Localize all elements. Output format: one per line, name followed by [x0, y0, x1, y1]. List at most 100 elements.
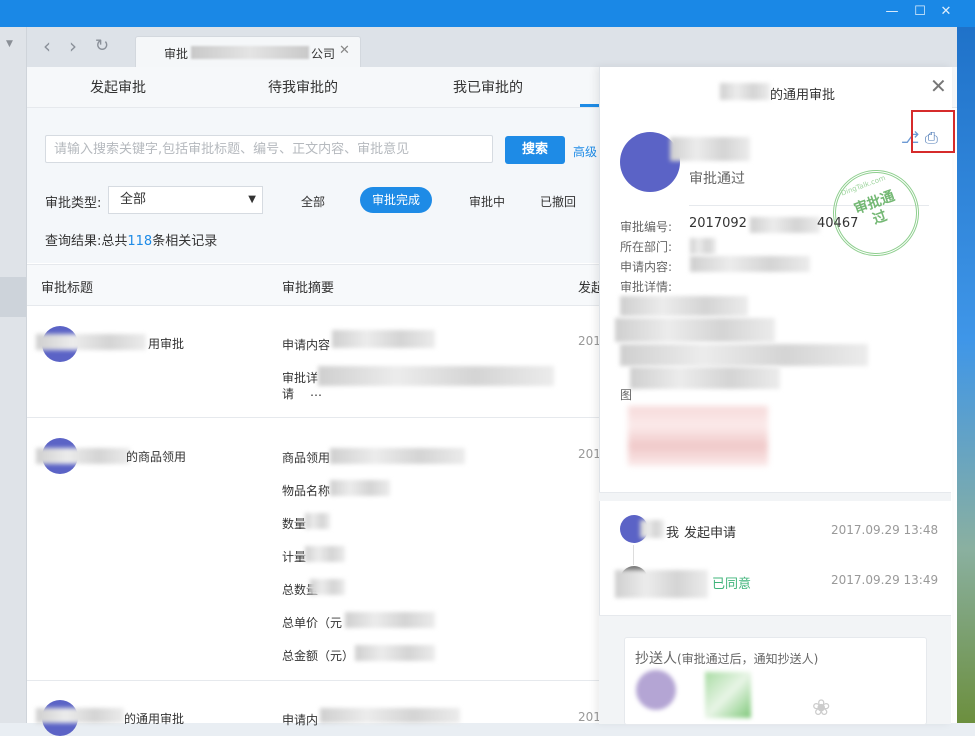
redacted-text [640, 520, 664, 538]
avatar[interactable] [705, 672, 751, 718]
tab-pending[interactable]: 待我审批的 [268, 77, 338, 97]
summary-line: 总金额（元） [282, 649, 355, 663]
redacted-text [320, 708, 460, 723]
field-label-number: 审批编号: [620, 220, 673, 234]
summary-line: 物品名称 [282, 484, 331, 498]
type-label: 审批类型: [45, 196, 102, 211]
result-summary: 查询结果:总共118条相关记录 [45, 230, 217, 249]
tab-approved[interactable]: 我已审批的 [453, 77, 523, 97]
summary-line: 商品领用 [282, 451, 331, 465]
panel-title: 的通用审批 [770, 88, 836, 103]
back-icon[interactable]: ‹ [37, 35, 57, 57]
summary-line: 计量 [282, 550, 307, 564]
field-label-department: 所在部门: [620, 240, 673, 254]
forward-icon[interactable]: › [63, 35, 83, 57]
timeline-connector [633, 545, 634, 565]
row-date: 201 [578, 447, 601, 461]
redacted-text [332, 330, 435, 348]
redacted-text [310, 579, 345, 595]
filter-all[interactable]: 全部 [301, 193, 325, 210]
timeline-time: 2017.09.29 13:49 [831, 573, 939, 587]
field-value-number-start: 2017092 [689, 216, 747, 231]
window-titlebar [0, 0, 975, 27]
redacted-text [330, 448, 465, 464]
tab-close-icon[interactable]: ✕ [339, 43, 350, 58]
approval-status: 审批通过 [689, 171, 745, 187]
redacted-text [345, 612, 435, 628]
advanced-search-link[interactable]: 高级 [573, 143, 597, 160]
redacted-text [36, 448, 130, 464]
summary-line: 请 [282, 387, 295, 401]
summary-ellipsis: … [310, 385, 322, 399]
redacted-text [750, 217, 820, 233]
redacted-text [620, 344, 868, 366]
sidebar-selected-item[interactable] [0, 277, 26, 317]
summary-line: 总单价（元 [282, 616, 343, 630]
redacted-text [355, 645, 435, 661]
close-icon[interactable]: ✕ [930, 74, 947, 98]
search-input[interactable]: 请输入搜索关键字,包括审批标题、编号、正文内容、审批意见 [45, 135, 493, 163]
collapse-arrow-icon[interactable]: ▼ [6, 39, 13, 49]
type-select[interactable]: 全部 ▼ [108, 186, 263, 214]
paw-icon: ❀ [812, 696, 831, 721]
type-select-value: 全部 [120, 192, 147, 207]
cc-title: 抄送人(审批通过后，通知抄送人) [635, 648, 818, 668]
redacted-text [630, 367, 780, 389]
filter-withdrawn[interactable]: 已撤回 [540, 193, 576, 210]
result-count: 118 [127, 234, 153, 249]
redacted-text [615, 318, 775, 342]
attachment-image[interactable] [628, 406, 768, 466]
filter-in-progress[interactable]: 审批中 [469, 193, 505, 210]
redacted-text [330, 480, 390, 496]
summary-line: 申请内容 [282, 338, 331, 352]
redacted-text [690, 238, 716, 254]
col-summary: 审批摘要 [282, 281, 335, 296]
timeline-action: 已同意 [712, 577, 752, 592]
refresh-icon[interactable]: ↻ [92, 35, 112, 57]
row-divider [27, 680, 602, 681]
left-sidebar-strip: ▼ [0, 27, 27, 723]
redacted-text [690, 256, 810, 272]
redacted-text [620, 296, 748, 316]
tab-title-suffix: 公司 [311, 47, 336, 61]
image-label: 图 [620, 388, 633, 402]
table-row-title[interactable]: 的通用审批 [124, 710, 184, 727]
search-button[interactable]: 搜索 [505, 136, 565, 164]
maximize-button[interactable]: ☐ [908, 3, 932, 21]
redacted-text [36, 334, 146, 350]
tab-title-redacted [191, 46, 309, 59]
table-row-title[interactable]: 的商品领用 [126, 448, 186, 465]
redacted-text [36, 708, 124, 723]
row-date: 201 [578, 334, 601, 348]
cc-title-text: 抄送人 [635, 651, 677, 667]
minimize-button[interactable]: — [880, 3, 904, 21]
filter-completed[interactable]: 审批完成 [360, 187, 432, 213]
redacted-text [305, 513, 330, 529]
avatar[interactable] [636, 670, 676, 710]
timeline-action: 发起申请 [684, 526, 737, 541]
field-label-content: 申请内容: [620, 260, 673, 274]
redacted-text [720, 83, 770, 100]
print-highlight-box [911, 110, 955, 153]
tab-initiate[interactable]: 发起审批 [90, 77, 146, 97]
col-title: 审批标题 [41, 281, 94, 296]
timeline-who: 我 [666, 526, 680, 541]
stamp-text: 审批通过 [851, 188, 897, 228]
active-tab-indicator [580, 104, 600, 107]
result-prefix: 查询结果:总共 [45, 234, 128, 249]
browser-tab[interactable]: 审批 公司 ✕ [135, 36, 361, 68]
redacted-text [318, 366, 554, 386]
row-date: 201 [578, 710, 601, 724]
table-row-title[interactable]: 用审批 [148, 335, 184, 352]
close-window-button[interactable]: ✕ [934, 3, 958, 21]
redacted-text [615, 570, 708, 598]
desktop-wallpaper-edge [957, 27, 975, 723]
cc-note: (审批通过后，通知抄送人) [677, 652, 819, 666]
row-divider [27, 417, 602, 418]
summary-line: 审批详 [282, 371, 319, 385]
chevron-down-icon: ▼ [248, 194, 256, 205]
redacted-text [305, 546, 345, 562]
panel-section-divider [599, 492, 951, 501]
field-value-number-end: 40467 [817, 216, 859, 231]
tab-title-prefix: 审批 [164, 47, 189, 61]
